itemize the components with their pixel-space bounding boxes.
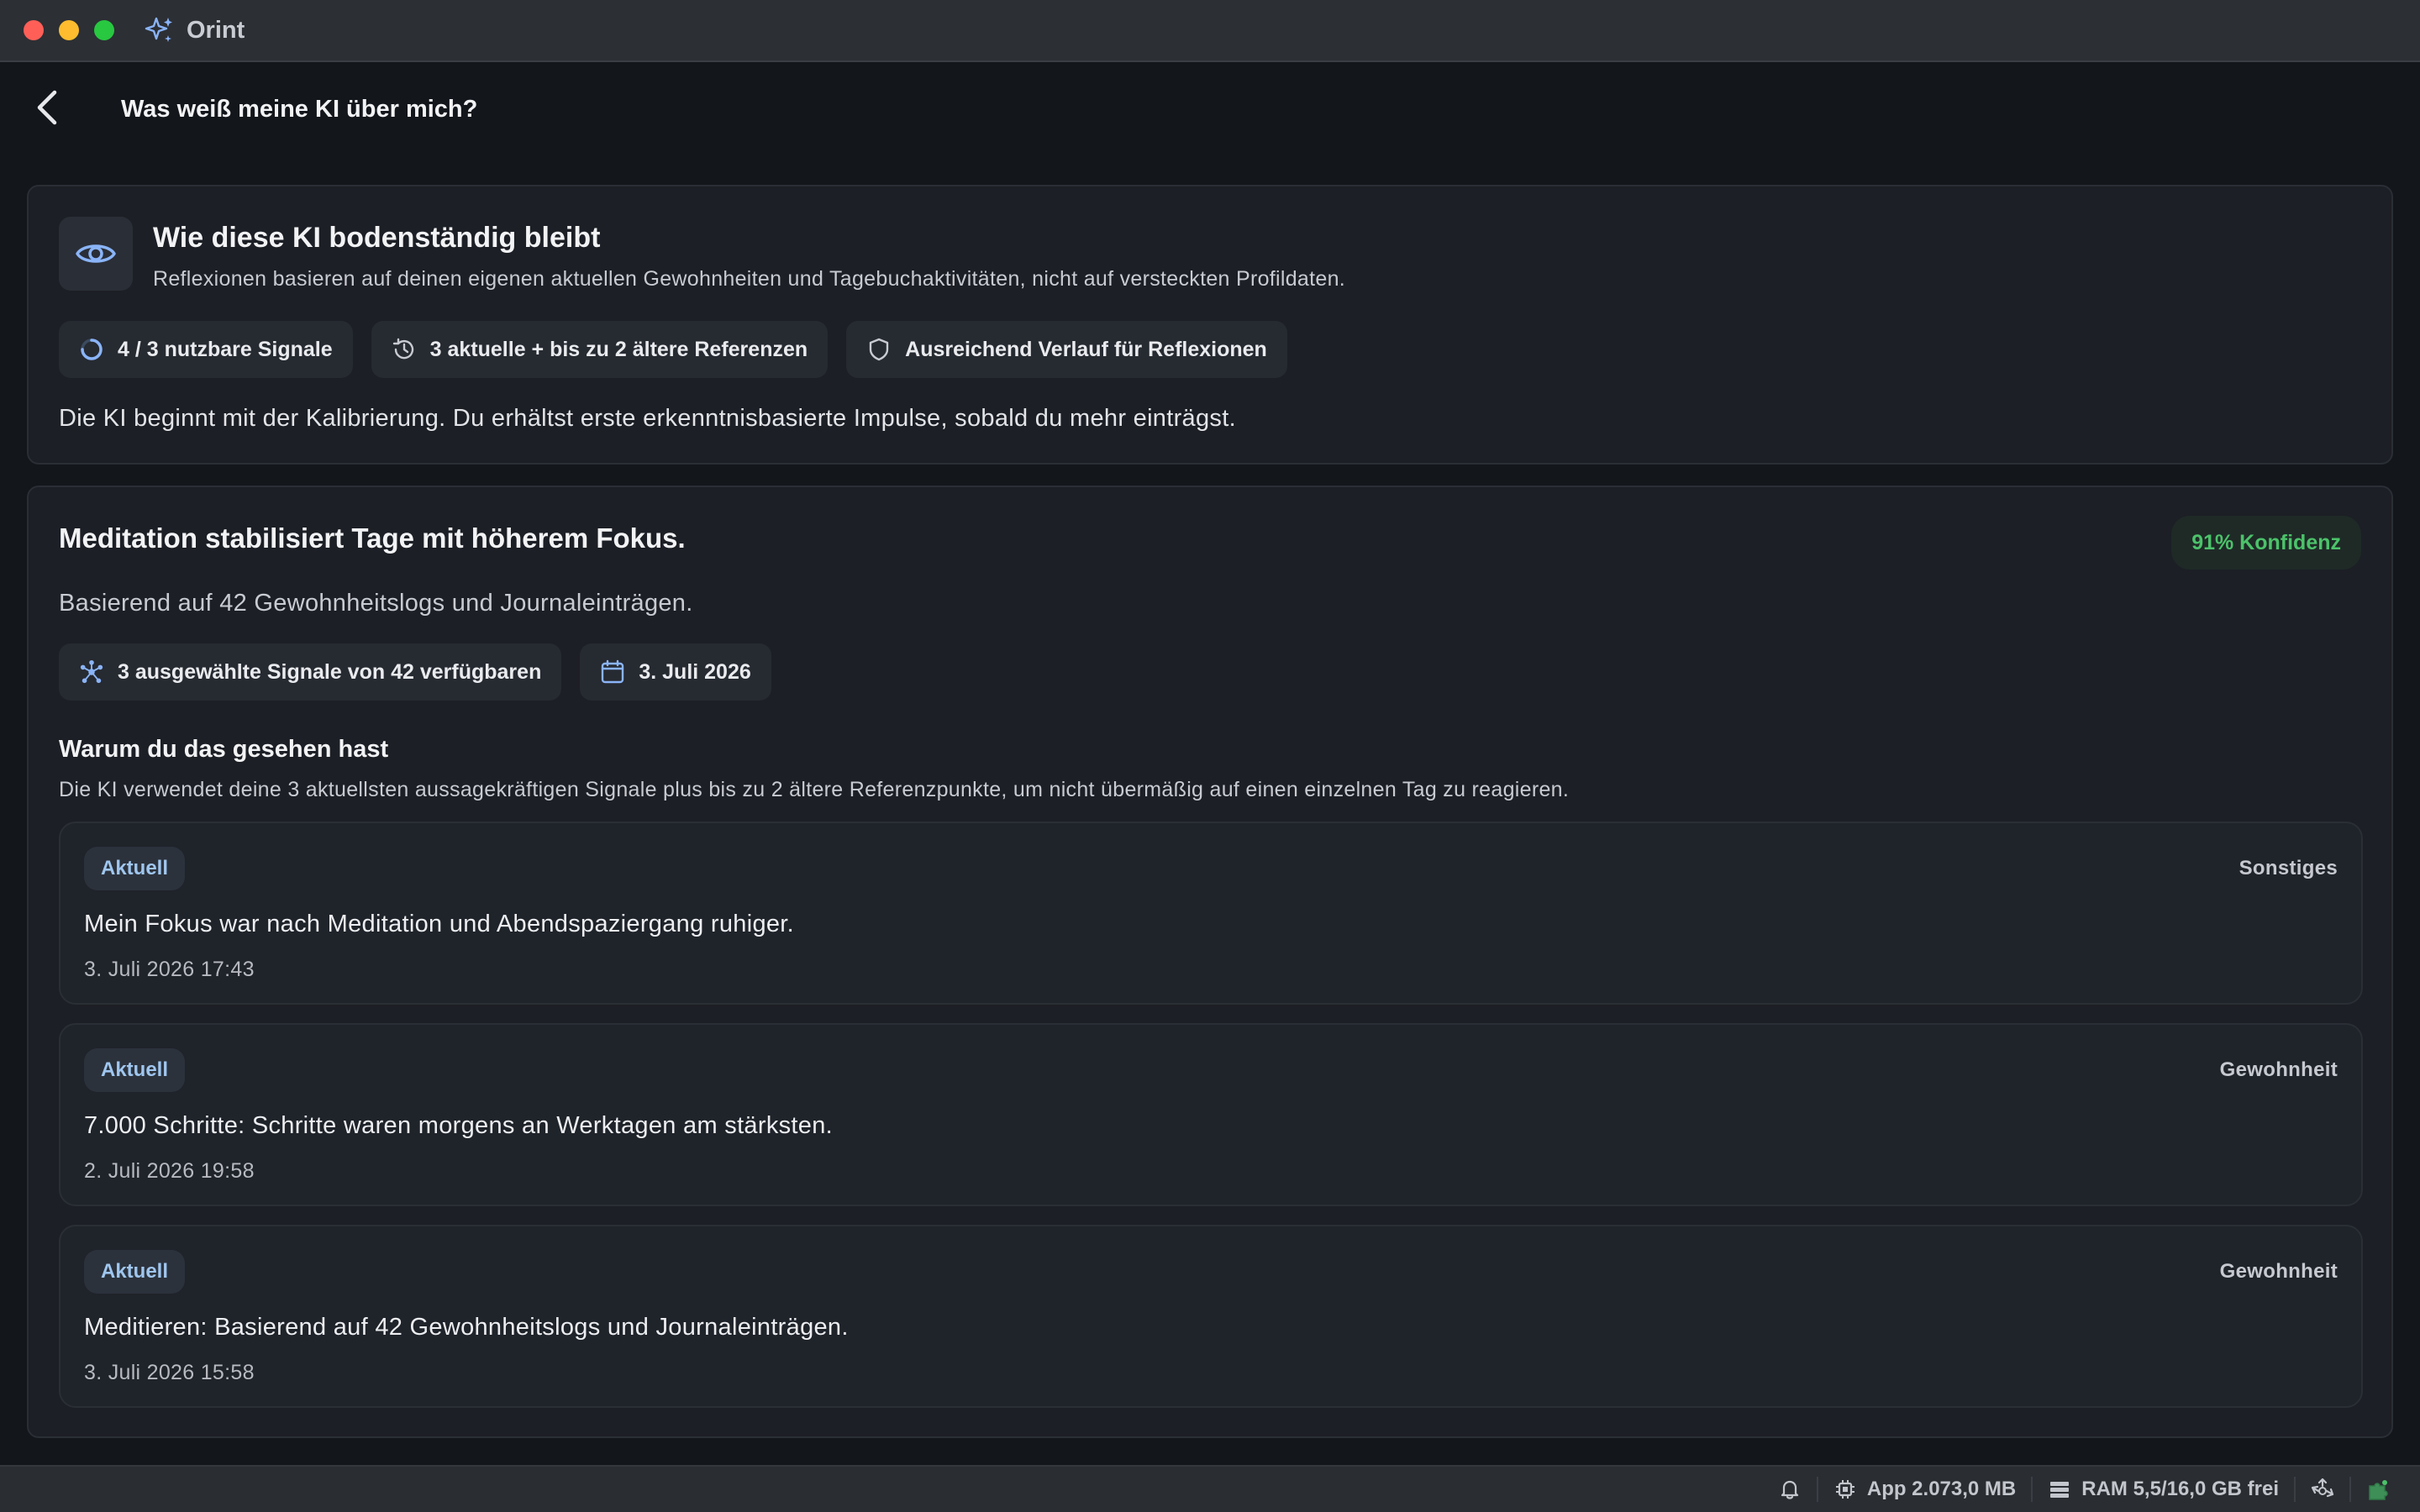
chip-usable-signals: 4 / 3 nutzbare Signale (59, 321, 353, 378)
insight-title: Meditation stabilisiert Tage mit höherem… (59, 522, 686, 554)
signal-category: Sonstiges (2238, 857, 2338, 879)
ram-label: RAM 5,5/16,0 GB frei (2081, 1478, 2279, 1500)
window-titlebar: Orint (0, 0, 2420, 62)
grounding-card: Wie diese KI bodenständig bleibt Reflexi… (27, 185, 2393, 465)
back-button[interactable] (30, 87, 64, 128)
chip-label: Ausreichend Verlauf für Reflexionen (905, 337, 1267, 361)
chip-references: 3 aktuelle + bis zu 2 ältere Referenzen (371, 321, 829, 378)
chevron-left-icon (37, 90, 57, 125)
bell-icon (1778, 1478, 1802, 1501)
signal-timestamp: 2. Juli 2026 19:58 (84, 1159, 255, 1183)
recency-tag: Aktuell (84, 1048, 186, 1092)
chip-icon (1833, 1478, 1857, 1501)
chip-selected-signals: 3 ausgewählte Signale von 42 verfügbaren (59, 643, 562, 701)
notifications-button[interactable] (1763, 1478, 1817, 1501)
page-title: Was weiß meine KI über mich? (121, 96, 478, 123)
confidence-badge: 91% Konfidenz (2171, 516, 2361, 570)
app-memory-indicator: App 2.073,0 MB (1818, 1478, 2031, 1501)
app-memory-label: App 2.073,0 MB (1866, 1478, 2017, 1500)
recycle-icon (2311, 1478, 2334, 1501)
recency-tag: Aktuell (84, 1250, 186, 1294)
insight-subtitle: Basierend auf 42 Gewohnheitslogs und Jou… (59, 590, 693, 617)
window-controls (24, 20, 114, 40)
signal-category: Gewohnheit (2219, 1058, 2338, 1081)
signal-category: Gewohnheit (2219, 1260, 2338, 1283)
chip-history: Ausreichend Verlauf für Reflexionen (846, 321, 1287, 378)
progress-ring-icon (79, 337, 104, 362)
insight-card: Meditation stabilisiert Tage mit höherem… (27, 486, 2393, 1438)
calendar-icon (600, 659, 625, 685)
calibration-note: Die KI beginnt mit der Kalibrierung. Du … (59, 405, 1236, 432)
recency-tag: Aktuell (84, 847, 186, 890)
network-icon (79, 659, 104, 685)
shield-icon (866, 337, 892, 362)
status-bar: App 2.073,0 MB RAM 5,5/16,0 GB frei (0, 1465, 2420, 1512)
zoom-window-button[interactable] (94, 20, 114, 40)
why-description: Die KI verwendet deine 3 aktuellsten aus… (59, 778, 1570, 801)
grounding-card-title: Wie diese KI bodenständig bleibt (153, 222, 601, 254)
signal-card[interactable]: Aktuell Gewohnheit Meditieren: Basierend… (59, 1225, 2363, 1408)
chip-label: 3. Juli 2026 (639, 659, 751, 684)
recycle-button[interactable] (2296, 1478, 2349, 1501)
grounding-chips: 4 / 3 nutzbare Signale 3 aktuelle + bis … (59, 321, 1287, 378)
app-title: Orint (187, 16, 245, 44)
eye-icon (59, 217, 133, 291)
chip-label: 3 aktuelle + bis zu 2 ältere Referenzen (429, 337, 808, 361)
why-title: Warum du das gesehen hast (59, 736, 389, 763)
signal-text: Mein Fokus war nach Meditation und Abend… (84, 911, 795, 937)
extension-button[interactable] (2351, 1478, 2405, 1501)
chip-date: 3. Juli 2026 (580, 643, 771, 701)
insight-chips: 3 ausgewählte Signale von 42 verfügbaren… (59, 643, 771, 701)
sparkles-icon (145, 15, 175, 45)
grounding-card-subtitle: Reflexionen basieren auf deinen eigenen … (153, 267, 1346, 291)
memory-icon (2048, 1478, 2071, 1501)
signal-card[interactable]: Aktuell Sonstiges Mein Fokus war nach Me… (59, 822, 2363, 1005)
history-clock-icon (392, 337, 417, 362)
page-header: Was weiß meine KI über mich? (0, 64, 2420, 161)
signal-card[interactable]: Aktuell Gewohnheit 7.000 Schritte: Schri… (59, 1023, 2363, 1206)
signal-text: Meditieren: Basierend auf 42 Gewohnheits… (84, 1314, 849, 1341)
signal-timestamp: 3. Juli 2026 15:58 (84, 1361, 255, 1384)
close-window-button[interactable] (24, 20, 44, 40)
ram-indicator: RAM 5,5/16,0 GB frei (2033, 1478, 2294, 1501)
puzzle-icon (2366, 1478, 2390, 1501)
chip-label: 4 / 3 nutzbare Signale (118, 337, 333, 361)
signal-timestamp: 3. Juli 2026 17:43 (84, 958, 255, 981)
minimize-window-button[interactable] (59, 20, 79, 40)
signal-text: 7.000 Schritte: Schritte waren morgens a… (84, 1112, 833, 1139)
chip-label: 3 ausgewählte Signale von 42 verfügbaren (118, 659, 542, 684)
